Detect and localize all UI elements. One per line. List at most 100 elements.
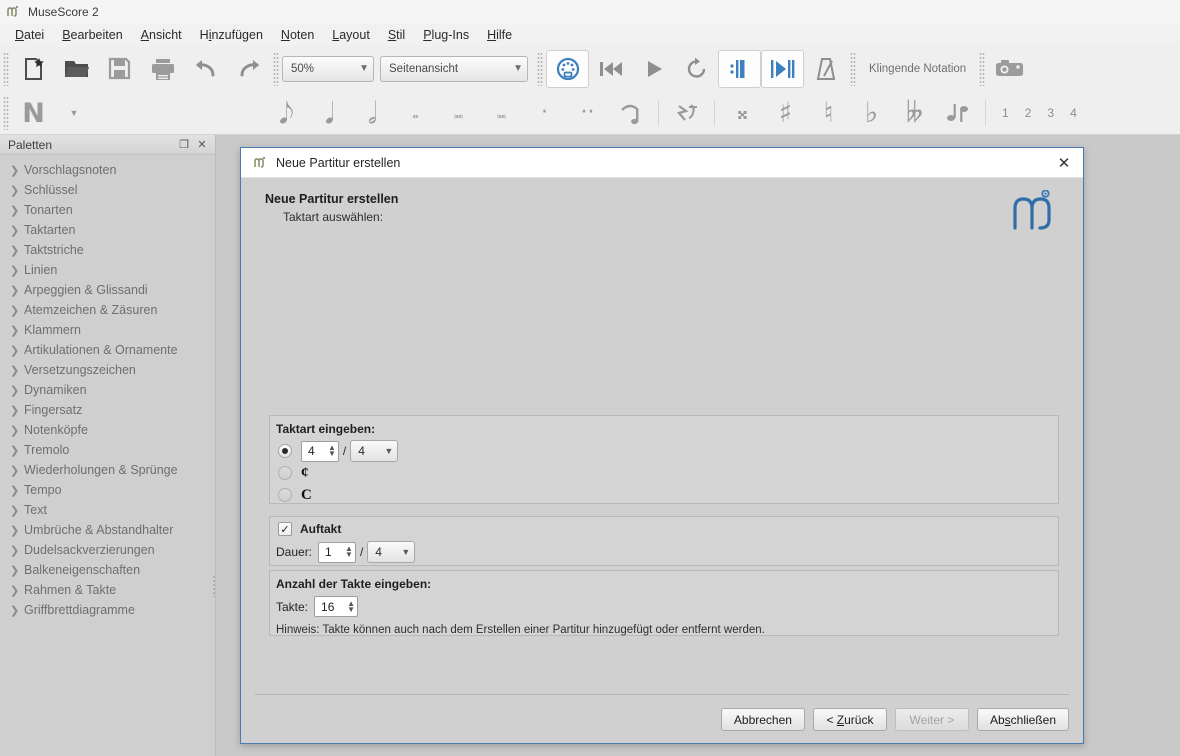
duration-eighth-icon[interactable]: 𝉠 bbox=[222, 93, 265, 133]
flip-direction-icon[interactable] bbox=[936, 93, 979, 133]
duration-half-icon[interactable]: 𝅗𝅥 bbox=[351, 93, 394, 133]
toolbar-grip[interactable] bbox=[3, 52, 9, 86]
palette-item-wiederholungen[interactable]: ❯ Wiederholungen & Sprünge bbox=[0, 460, 215, 480]
flat-icon[interactable]: ♭ bbox=[850, 93, 893, 133]
duration-quarter-icon[interactable]: 𝅘𝅥 bbox=[308, 93, 351, 133]
palette-item-taktarten[interactable]: ❯ Taktarten bbox=[0, 220, 215, 240]
play-icon[interactable] bbox=[632, 49, 675, 89]
spinner-arrows-icon[interactable]: ▲ ▼ bbox=[345, 546, 353, 558]
palette-item-klammern[interactable]: ❯ Klammern bbox=[0, 320, 215, 340]
image-capture-icon[interactable] bbox=[988, 49, 1031, 89]
natural-icon[interactable]: ♮ bbox=[807, 93, 850, 133]
playback-toolbar-grip[interactable] bbox=[537, 52, 543, 86]
palette-item-balkeneigenschaften[interactable]: ❯ Balkeneigenschaften bbox=[0, 560, 215, 580]
voice-4-button[interactable]: 4 bbox=[1070, 106, 1077, 120]
duration-breve-icon[interactable]: 𝅜 bbox=[437, 93, 480, 133]
close-icon[interactable]: ✕ bbox=[193, 138, 211, 151]
view-mode-combobox[interactable]: Seitenansicht ▼ bbox=[380, 56, 528, 82]
sharp-icon[interactable]: ♯ bbox=[764, 93, 807, 133]
spinner-arrows-icon[interactable]: ▲ ▼ bbox=[328, 445, 336, 457]
palette-item-tremolo[interactable]: ❯ Tremolo bbox=[0, 440, 215, 460]
timesig-denominator-select[interactable]: 4 ▼ bbox=[350, 440, 398, 462]
pickup-checkbox[interactable]: ✓ bbox=[278, 522, 292, 536]
timesig-cut-row[interactable]: ¢ bbox=[270, 462, 1058, 484]
loop-icon[interactable] bbox=[675, 49, 718, 89]
pickup-numerator-spinbox[interactable]: 1 ▲ ▼ bbox=[318, 542, 356, 563]
palette-item-umbrueche[interactable]: ❯ Umbrüche & Abstandhalter bbox=[0, 520, 215, 540]
redo-icon[interactable] bbox=[227, 49, 270, 89]
voice-1-button[interactable]: 1 bbox=[1002, 106, 1009, 120]
pickup-denominator-select[interactable]: 4 ▼ bbox=[367, 541, 415, 563]
open-score-icon[interactable] bbox=[55, 49, 98, 89]
rest-icon[interactable] bbox=[665, 93, 708, 133]
new-score-icon[interactable] bbox=[12, 49, 55, 89]
palette-item-vorschlagsnoten[interactable]: ❯ Vorschlagsnoten bbox=[0, 160, 215, 180]
close-icon[interactable]: ✕ bbox=[1051, 151, 1077, 175]
voice-2-button[interactable]: 2 bbox=[1025, 106, 1032, 120]
menu-noten[interactable]: Noten bbox=[272, 26, 323, 44]
duration-16th-icon[interactable]: 𝉡 bbox=[179, 93, 222, 133]
note-input-icon[interactable]: N bbox=[12, 93, 55, 133]
duration-eighth-alt-icon[interactable]: 𝅘𝅥𝅮 bbox=[265, 93, 308, 133]
note-toolbar-grip[interactable] bbox=[3, 96, 9, 130]
timesig-common-row[interactable]: C bbox=[270, 484, 1058, 506]
palette-item-dynamiken[interactable]: ❯ Dynamiken bbox=[0, 380, 215, 400]
menu-layout[interactable]: Layout bbox=[323, 26, 379, 44]
concert-pitch-grip[interactable] bbox=[850, 52, 856, 86]
double-dot-icon[interactable]: ·· bbox=[566, 93, 609, 133]
palette-item-rahmen-takte[interactable]: ❯ Rahmen & Takte bbox=[0, 580, 215, 600]
double-flat-icon[interactable]: 𝄫 bbox=[893, 93, 936, 133]
menu-plugins[interactable]: Plug-Ins bbox=[414, 26, 478, 44]
note-input-chevron-down-icon[interactable]: ▼ bbox=[55, 93, 93, 133]
midi-input-icon[interactable] bbox=[546, 50, 589, 88]
palette-item-schluessel[interactable]: ❯ Schlüssel bbox=[0, 180, 215, 200]
concert-pitch-label[interactable]: Klingende Notation bbox=[859, 63, 976, 75]
zoom-toolbar-grip[interactable] bbox=[273, 52, 279, 86]
print-score-icon[interactable] bbox=[141, 49, 184, 89]
zoom-combobox[interactable]: 50% ▼ bbox=[282, 56, 374, 82]
menu-ansicht[interactable]: Ansicht bbox=[132, 26, 191, 44]
finish-button[interactable]: Ab s chließen bbox=[977, 708, 1069, 731]
metronome-icon[interactable] bbox=[804, 49, 847, 89]
menu-bearbeiten[interactable]: Bearbeiten bbox=[53, 26, 131, 44]
cancel-button[interactable]: Abbrechen bbox=[721, 708, 805, 731]
palette-item-tonarten[interactable]: ❯ Tonarten bbox=[0, 200, 215, 220]
menu-stil[interactable]: Stil bbox=[379, 26, 414, 44]
rewind-icon[interactable] bbox=[589, 49, 632, 89]
voice-3-button[interactable]: 3 bbox=[1047, 106, 1054, 120]
menu-hilfe[interactable]: Hilfe bbox=[478, 26, 521, 44]
palette-item-taktstriche[interactable]: ❯ Taktstriche bbox=[0, 240, 215, 260]
spinner-arrows-icon[interactable]: ▲ ▼ bbox=[347, 601, 355, 613]
palette-item-arpeggien[interactable]: ❯ Arpeggien & Glissandi bbox=[0, 280, 215, 300]
play-repeats-icon[interactable] bbox=[718, 50, 761, 88]
palette-item-artikulationen[interactable]: ❯ Artikulationen & Ornamente bbox=[0, 340, 215, 360]
undock-icon[interactable]: ❐ bbox=[175, 138, 193, 151]
palette-item-notenkoepfe[interactable]: ❯ Notenköpfe bbox=[0, 420, 215, 440]
palette-item-fingersatz[interactable]: ❯ Fingersatz bbox=[0, 400, 215, 420]
dot-icon[interactable]: · bbox=[523, 93, 566, 133]
undo-icon[interactable] bbox=[184, 49, 227, 89]
palette-item-griffbrettdiagramme[interactable]: ❯ Griffbrettdiagramme bbox=[0, 600, 215, 620]
palette-item-text[interactable]: ❯ Text bbox=[0, 500, 215, 520]
panel-resize-handle[interactable] bbox=[212, 575, 216, 597]
palette-item-versetzungszeichen[interactable]: ❯ Versetzungszeichen bbox=[0, 360, 215, 380]
palette-item-atemzeichen[interactable]: ❯ Atemzeichen & Zäsuren bbox=[0, 300, 215, 320]
play-panel-icon[interactable] bbox=[761, 50, 804, 88]
palette-item-linien[interactable]: ❯ Linien bbox=[0, 260, 215, 280]
duration-64th-icon[interactable]: 𝉢 bbox=[93, 93, 136, 133]
duration-32nd-icon[interactable]: 𝉢 bbox=[136, 93, 179, 133]
back-button[interactable]: < Zurück bbox=[813, 708, 887, 731]
radio-timesig-common-time[interactable] bbox=[278, 488, 292, 502]
radio-timesig-numeric[interactable] bbox=[278, 444, 292, 458]
radio-timesig-cut-time[interactable] bbox=[278, 466, 292, 480]
duration-longa-icon[interactable]: 𝅜 bbox=[480, 93, 523, 133]
double-sharp-icon[interactable]: 𝄪 bbox=[721, 93, 764, 133]
measures-spinbox[interactable]: 16 ▲ ▼ bbox=[314, 596, 358, 617]
palette-item-dudelsackverzierungen[interactable]: ❯ Dudelsackverzierungen bbox=[0, 540, 215, 560]
menu-hinzufuegen[interactable]: Hinzufügen bbox=[191, 26, 272, 44]
palette-item-tempo[interactable]: ❯ Tempo bbox=[0, 480, 215, 500]
pickup-checkbox-row[interactable]: ✓ Auftakt bbox=[270, 517, 1058, 536]
tie-icon[interactable] bbox=[609, 93, 652, 133]
capture-grip[interactable] bbox=[979, 52, 985, 86]
duration-whole-icon[interactable]: 𝅝 bbox=[394, 93, 437, 133]
